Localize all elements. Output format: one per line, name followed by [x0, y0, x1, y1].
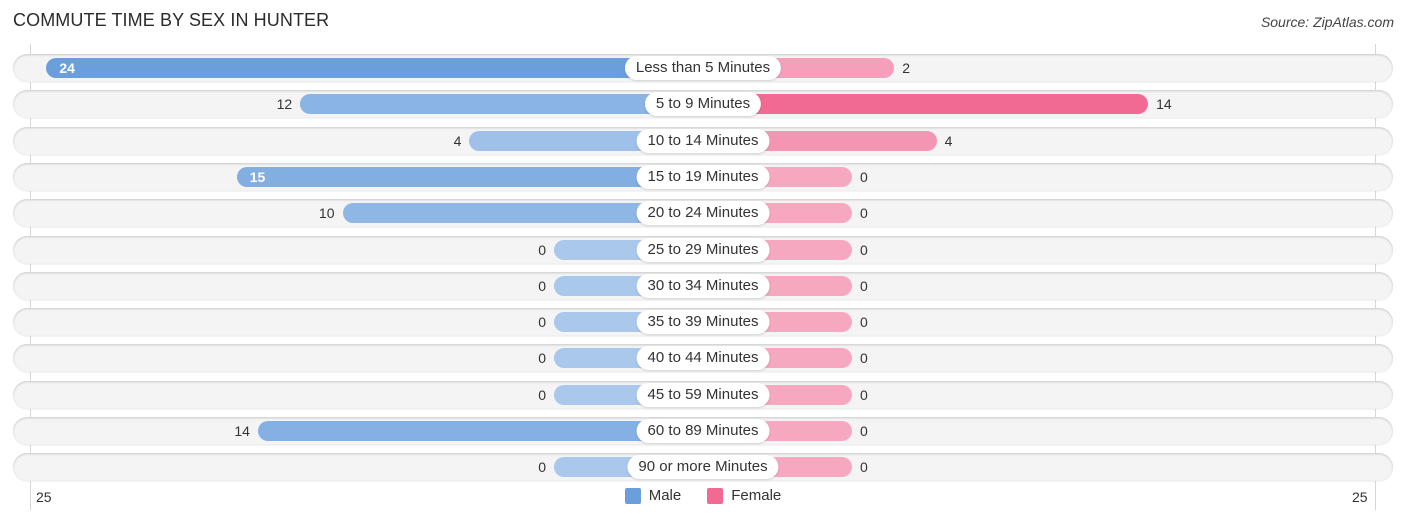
- value-label-female: 14: [1156, 96, 1172, 113]
- legend: Male Female: [0, 487, 1406, 504]
- value-label-female: 0: [860, 386, 868, 403]
- value-label-male: 0: [538, 277, 546, 294]
- value-label-female: 2: [902, 60, 911, 76]
- value-label-female: 0: [860, 277, 868, 294]
- value-label-male: 12: [276, 96, 293, 113]
- bar-male[interactable]: [46, 58, 703, 78]
- legend-label-male: Male: [648, 487, 682, 504]
- category-label: 5 to 9 Minutes: [644, 92, 762, 117]
- value-label-male: 0: [538, 241, 546, 258]
- category-label: 15 to 19 Minutes: [636, 164, 770, 189]
- value-label-male: 4: [453, 132, 462, 149]
- value-label-male: 14: [234, 423, 250, 439]
- value-label-male: 0: [538, 459, 546, 476]
- legend-item-male[interactable]: Male: [624, 487, 682, 504]
- value-label-female: 4: [944, 132, 953, 149]
- chart-title: COMMUTE TIME BY SEX IN HUNTER: [13, 10, 330, 30]
- category-label: Less than 5 Minutes: [624, 56, 782, 80]
- category-label: 35 to 39 Minutes: [636, 310, 770, 335]
- bar-female[interactable]: [703, 94, 1149, 115]
- category-label: 20 to 24 Minutes: [636, 201, 770, 226]
- value-label-male: 0: [538, 314, 546, 331]
- value-label-female: 0: [860, 350, 868, 367]
- value-label-male: 0: [538, 350, 546, 367]
- value-label-female: 0: [860, 241, 868, 258]
- value-label-male: 10: [318, 205, 335, 222]
- bar-male[interactable]: [300, 94, 703, 115]
- value-label-male: 15: [249, 168, 266, 185]
- category-label: 45 to 59 Minutes: [636, 382, 770, 407]
- category-label: 60 to 89 Minutes: [636, 419, 770, 443]
- value-label-female: 0: [860, 459, 868, 476]
- category-label: 40 to 44 Minutes: [636, 346, 770, 371]
- category-label: 10 to 14 Minutes: [636, 128, 770, 153]
- value-label-female: 0: [860, 205, 868, 222]
- value-label-female: 0: [860, 168, 868, 185]
- legend-swatch-male: [624, 487, 641, 504]
- source-label: Source: ZipAtlas.com: [1260, 14, 1394, 30]
- legend-swatch-female: [707, 487, 724, 504]
- legend-item-female[interactable]: Female: [707, 487, 781, 504]
- category-label: 90 or more Minutes: [627, 455, 779, 480]
- bar-male[interactable]: [236, 166, 703, 187]
- value-label-male: 0: [538, 386, 546, 403]
- value-label-female: 0: [860, 314, 868, 331]
- value-label-female: 0: [860, 423, 868, 439]
- category-label: 25 to 29 Minutes: [636, 237, 770, 262]
- category-label: 30 to 34 Minutes: [636, 273, 770, 298]
- value-label-male: 24: [59, 60, 75, 76]
- legend-label-female: Female: [731, 487, 782, 504]
